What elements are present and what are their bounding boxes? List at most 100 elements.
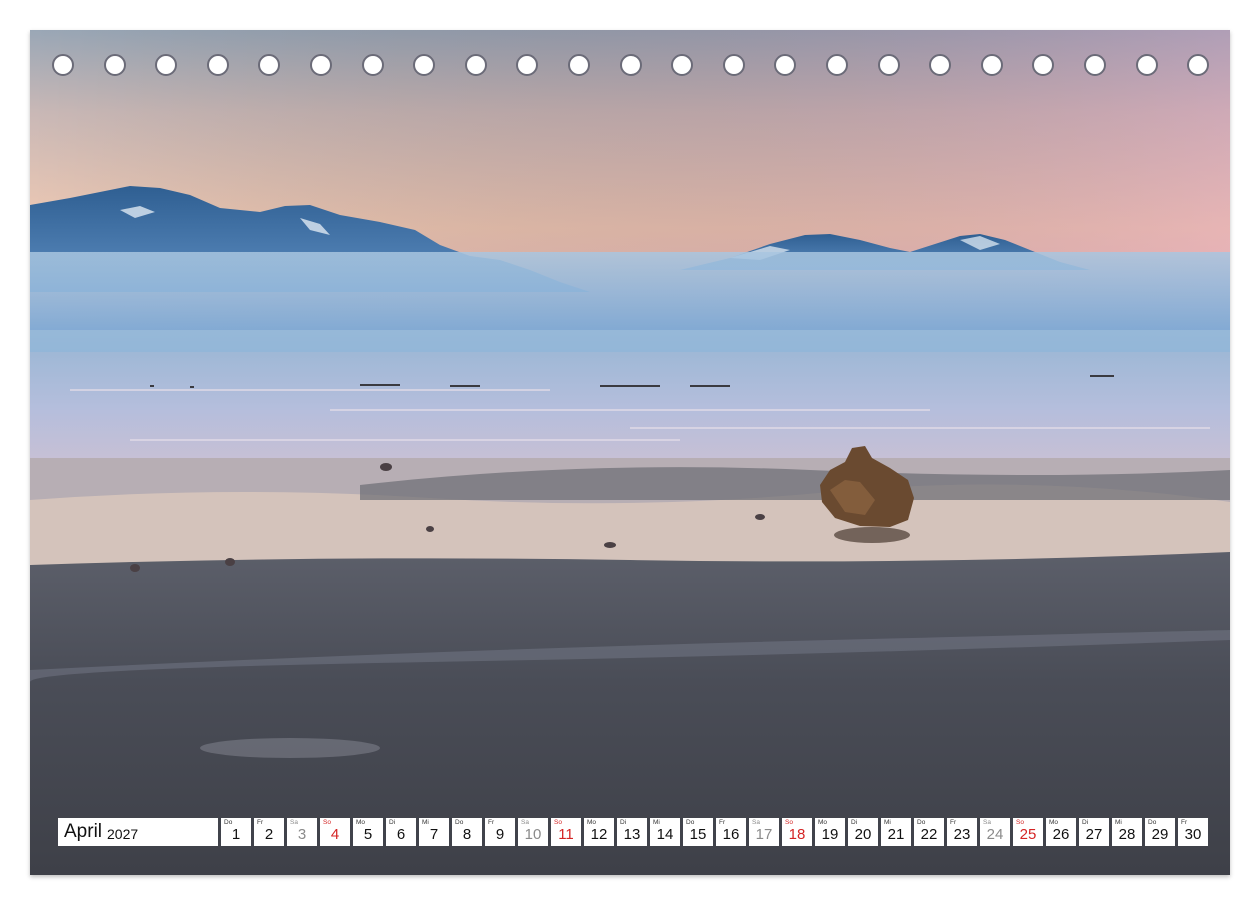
day-number: 16 (722, 826, 740, 843)
weekday-label: Do (686, 819, 695, 826)
weekday-label: Di (1082, 819, 1089, 826)
binding-hole (929, 54, 952, 76)
binding-hole (826, 54, 848, 76)
day-number: 9 (495, 826, 505, 843)
weekday-label: Mi (1115, 819, 1122, 826)
day-number: 27 (1085, 826, 1103, 843)
weekday-label: So (554, 819, 562, 826)
weekday-label: Do (917, 819, 926, 826)
lake-mountain-scene (30, 30, 1230, 875)
binding-hole (206, 54, 229, 76)
weekday-label: Fr (719, 819, 726, 826)
binding-hole (568, 54, 590, 76)
day-cell: Di 13 (617, 818, 647, 846)
day-cell: Sa 10 (518, 818, 548, 846)
weekday-label: Di (851, 819, 858, 826)
day-cell: Do 1 (221, 818, 251, 846)
weekday-label: Sa (521, 819, 529, 826)
day-cell: Sa 3 (287, 818, 317, 846)
weekday-label: Fr (1181, 819, 1188, 826)
day-number: 8 (462, 826, 472, 843)
day-cell: Do 29 (1145, 818, 1175, 846)
binding-hole (310, 54, 332, 76)
binding-holes (30, 54, 1230, 80)
weekday-label: Do (455, 819, 464, 826)
weekday-label: Do (1148, 819, 1157, 826)
weekday-label: Mo (587, 819, 597, 826)
day-number: 14 (656, 826, 674, 843)
weekday-label: Mo (1049, 819, 1059, 826)
binding-hole (1187, 54, 1210, 76)
day-cells: Do 1 Fr 2 Sa 3 So 4 Mo 5 Di 6 Mi 7 Do 8 Fr 9 Sa 10 So 11 Mo 12 D… (221, 818, 1208, 846)
weekday-label: Mo (356, 819, 366, 826)
day-cell: Di 6 (386, 818, 416, 846)
weekday-label: Sa (752, 819, 760, 826)
day-cell: So 4 (320, 818, 350, 846)
day-cell: Mo 12 (584, 818, 614, 846)
binding-hole (1084, 54, 1106, 76)
weekday-label: Fr (488, 819, 495, 826)
day-number: 18 (788, 826, 806, 843)
binding-hole (103, 54, 126, 76)
month-name: April (64, 821, 103, 842)
day-number: 10 (524, 826, 542, 843)
calendar-month-label: April 2027 (58, 818, 218, 846)
weekday-label: Sa (290, 819, 298, 826)
day-number: 15 (689, 826, 707, 843)
weekday-label: Mi (653, 819, 660, 826)
day-number: 5 (363, 826, 373, 843)
day-cell: Fr 2 (254, 818, 284, 846)
day-cell: Mi 21 (881, 818, 911, 846)
day-number: 2 (264, 826, 274, 843)
day-number: 1 (231, 826, 241, 843)
weekday-label: Di (389, 819, 396, 826)
day-cell: Di 20 (848, 818, 878, 846)
day-cell: Mi 14 (650, 818, 680, 846)
calendar-strip: April 2027 Do 1 Fr 2 Sa 3 So 4 Mo 5 Di 6 Mi 7 Do 8 Fr 9 Sa… (58, 818, 1208, 846)
weekday-label: So (323, 819, 331, 826)
binding-hole (155, 54, 178, 76)
binding-hole (980, 54, 1003, 76)
binding-hole (774, 54, 797, 76)
day-cell: Do 8 (452, 818, 482, 846)
day-cell: Mo 26 (1046, 818, 1076, 846)
binding-hole (464, 54, 487, 76)
day-cell: Mo 19 (815, 818, 845, 846)
day-cell: So 11 (551, 818, 581, 846)
day-cell: Do 22 (914, 818, 944, 846)
day-cell: So 18 (782, 818, 812, 846)
weekday-label: So (1016, 819, 1024, 826)
weekday-label: Do (224, 819, 233, 826)
weekday-label: So (785, 819, 793, 826)
day-cell: Fr 23 (947, 818, 977, 846)
binding-hole (516, 54, 539, 76)
weekday-label: Fr (257, 819, 264, 826)
day-number: 7 (429, 826, 439, 843)
day-cell: Sa 17 (749, 818, 779, 846)
landscape-photo (30, 30, 1230, 875)
day-cell: Fr 16 (716, 818, 746, 846)
day-number: 28 (1118, 826, 1136, 843)
day-cell: Mo 5 (353, 818, 383, 846)
binding-hole (258, 54, 281, 76)
day-number: 24 (986, 826, 1004, 843)
weekday-label: Mi (422, 819, 429, 826)
day-number: 23 (953, 826, 971, 843)
day-number: 21 (887, 826, 905, 843)
weekday-label: Mi (884, 819, 891, 826)
day-cell: Sa 24 (980, 818, 1010, 846)
day-cell: Mi 28 (1112, 818, 1142, 846)
weekday-label: Sa (983, 819, 991, 826)
binding-hole (1135, 54, 1158, 76)
day-number: 30 (1184, 826, 1202, 843)
binding-hole (722, 54, 745, 76)
day-cell: Fr 30 (1178, 818, 1208, 846)
weekday-label: Mo (818, 819, 828, 826)
day-cell: So 25 (1013, 818, 1043, 846)
day-number: 29 (1151, 826, 1169, 843)
binding-hole (1032, 54, 1055, 76)
day-number: 22 (920, 826, 938, 843)
day-number: 6 (396, 826, 406, 843)
year-label: 2027 (107, 825, 139, 842)
day-cell: Mi 7 (419, 818, 449, 846)
